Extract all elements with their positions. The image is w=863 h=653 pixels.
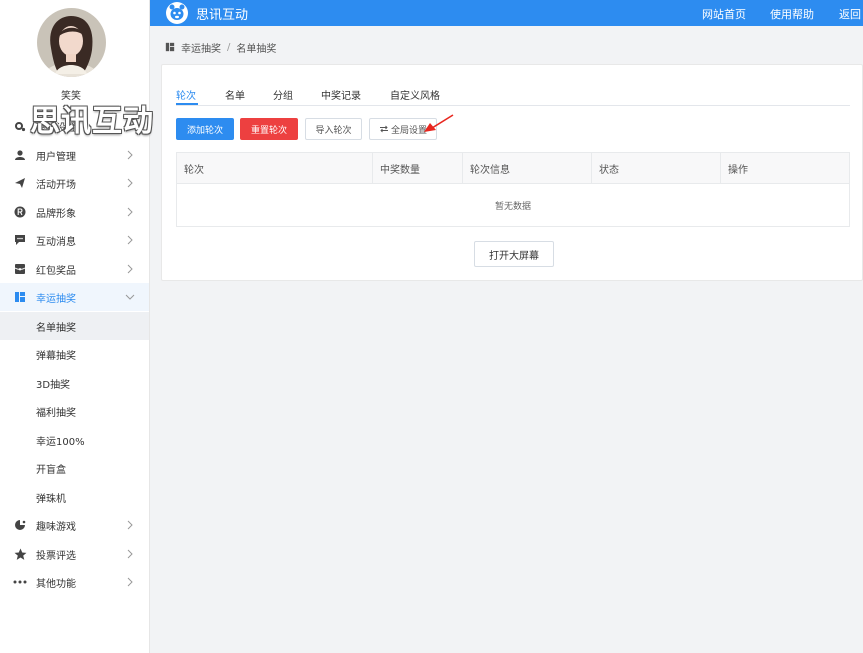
sidebar-item-label: 活动开场 — [36, 179, 76, 191]
top-header: 思讯互动 网站首页 使用帮助 返回 — [150, 0, 863, 26]
chevron-right-icon — [127, 235, 133, 245]
sidebar-subitem-pinball[interactable]: 弹珠机 — [0, 483, 149, 511]
sidebar-item-label: 用户管理 — [36, 151, 76, 163]
registered-icon — [13, 205, 27, 219]
nav-link-help[interactable]: 使用帮助 — [770, 6, 814, 22]
sidebar-subitem-label: 弹珠机 — [36, 493, 66, 505]
sidebar-item-fun-games[interactable]: 趣味游戏 — [0, 511, 149, 539]
column-header-winner-count: 中奖数量 — [373, 153, 463, 183]
user-icon — [13, 148, 27, 162]
sidebar-subitem-danmaku-draw[interactable]: 弹幕抽奖 — [0, 340, 149, 368]
import-rounds-button[interactable]: 导入轮次 — [305, 118, 362, 140]
column-header-round: 轮次 — [177, 153, 373, 183]
sidebar-item-user-management[interactable]: 用户管理 — [0, 141, 149, 169]
nav-link-back[interactable]: 返回 — [839, 6, 861, 22]
breadcrumb: 幸运抽奖 / 名单抽奖 — [165, 40, 277, 55]
annotation-arrow-icon — [424, 114, 454, 132]
sidebar-subitem-lucky-100[interactable]: 幸运100% — [0, 426, 149, 454]
sidebar-item-other-functions[interactable]: 其他功能 — [0, 568, 149, 596]
gift-icon — [13, 262, 27, 276]
tab-rounds[interactable]: 轮次 — [176, 87, 196, 102]
breadcrumb-item[interactable]: 幸运抽奖 — [181, 40, 221, 55]
tab-winning-records[interactable]: 中奖记录 — [321, 87, 361, 102]
sidebar-item-red-packet-prizes[interactable]: 红包奖品 — [0, 255, 149, 283]
sidebar-item-lucky-draw[interactable]: 幸运抽奖 — [0, 283, 149, 311]
sidebar-item-label: 投票评选 — [36, 550, 76, 562]
sidebar-item-label: 互动消息 — [36, 236, 76, 248]
column-header-status: 状态 — [592, 153, 721, 183]
swap-icon — [379, 125, 388, 133]
sidebar-item-activity-opening[interactable]: 活动开场 — [0, 169, 149, 197]
logo-icon — [166, 2, 188, 24]
breadcrumb-item: 名单抽奖 — [236, 43, 277, 55]
tab-custom-style[interactable]: 自定义风格 — [390, 87, 440, 102]
empty-state-text: 暂无数据 — [494, 201, 531, 212]
gear-icon — [13, 119, 27, 133]
sidebar-subitem-list-draw[interactable]: 名单抽奖 — [0, 312, 149, 340]
sidebar-item-label: 其他功能 — [36, 578, 76, 590]
sidebar-item-label: 红包奖品 — [36, 265, 76, 277]
sidebar-subitem-label: 弹幕抽奖 — [36, 350, 76, 362]
reset-rounds-button[interactable]: 重置轮次 — [240, 118, 298, 140]
tabs-divider — [176, 105, 850, 106]
nav-link-home[interactable]: 网站首页 — [702, 6, 746, 22]
column-header-round-info: 轮次信息 — [463, 153, 592, 183]
sidebar-item-interactive-messages[interactable]: 互动消息 — [0, 226, 149, 254]
watermark: 思讯互动 — [30, 104, 154, 139]
chevron-down-icon — [125, 294, 135, 300]
chevron-right-icon — [127, 549, 133, 559]
add-round-button[interactable]: 添加轮次 — [176, 118, 234, 140]
sidebar-item-label: 幸运抽奖 — [36, 293, 76, 305]
sidebar-subitem-welfare-draw[interactable]: 福利抽奖 — [0, 397, 149, 425]
sidebar-subitem-label: 3D抽奖 — [36, 379, 71, 391]
rounds-table: 轮次 中奖数量 轮次信息 状态 操作 暂无数据 — [176, 152, 850, 227]
column-header-actions: 操作 — [728, 164, 748, 176]
chevron-right-icon — [127, 178, 133, 188]
active-tab-indicator — [176, 103, 198, 105]
chevron-right-icon — [127, 264, 133, 274]
more-icon — [13, 575, 27, 589]
table-header: 轮次 中奖数量 轮次信息 状态 操作 — [177, 153, 849, 184]
message-icon — [13, 233, 27, 247]
dashboard-icon — [13, 290, 27, 304]
star-icon — [13, 547, 27, 561]
tab-list[interactable]: 名单 — [225, 87, 245, 102]
sidebar-subitem-label: 幸运100% — [36, 436, 85, 448]
brand-name: 思讯互动 — [196, 8, 249, 23]
avatar[interactable] — [37, 8, 106, 77]
chevron-right-icon — [127, 150, 133, 160]
tab-groups[interactable]: 分组 — [273, 87, 293, 102]
sidebar-item-label: 趣味游戏 — [36, 521, 76, 533]
breadcrumb-separator: / — [227, 41, 231, 53]
sidebar-subitem-blind-box[interactable]: 开盲盒 — [0, 454, 149, 482]
chevron-right-icon — [127, 577, 133, 587]
sidebar-item-voting[interactable]: 投票评选 — [0, 540, 149, 568]
chevron-right-icon — [127, 520, 133, 530]
sidebar-subitem-label: 福利抽奖 — [36, 407, 76, 419]
chevron-right-icon — [127, 207, 133, 217]
sidebar-item-label: 品牌形象 — [36, 208, 76, 220]
sidebar-subitem-label: 名单抽奖 — [36, 322, 76, 334]
game-icon — [13, 518, 27, 532]
sidebar-item-brand-image[interactable]: 品牌形象 — [0, 198, 149, 226]
paper-plane-icon — [13, 176, 27, 190]
dashboard-icon — [165, 42, 175, 52]
open-big-screen-button[interactable]: 打开大屏幕 — [474, 241, 554, 267]
sidebar-subitem-3d-draw[interactable]: 3D抽奖 — [0, 369, 149, 397]
sidebar-subitem-label: 开盲盒 — [36, 464, 66, 476]
